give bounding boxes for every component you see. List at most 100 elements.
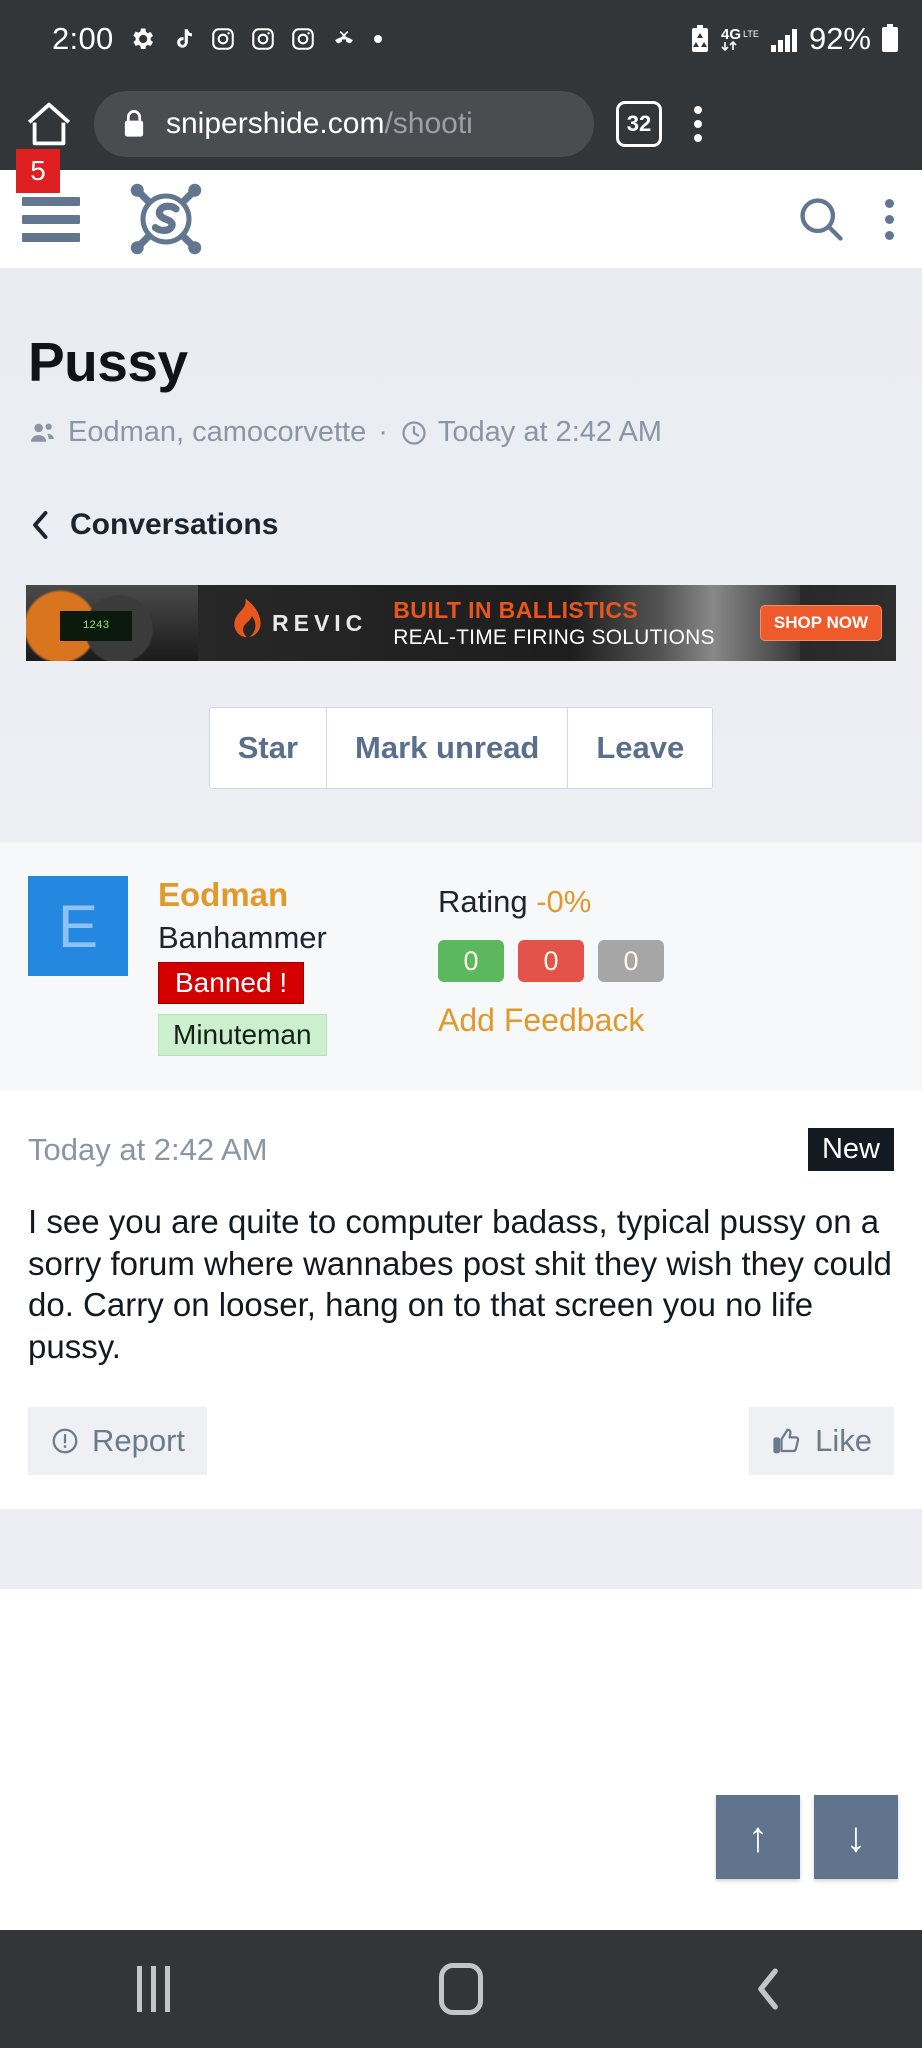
back-chevron-icon	[750, 1964, 786, 2014]
thread-header: Pussy Eodman, camocorvette · Today at 2:…	[0, 268, 922, 449]
ad-brand-name: REVIC	[272, 609, 368, 636]
author-title: Banhammer	[158, 920, 327, 955]
hamburger-menu-icon	[22, 232, 80, 242]
kebab-dot-icon	[694, 120, 702, 128]
neutral-feedback-count[interactable]: 0	[598, 940, 664, 982]
message-body: I see you are quite to computer badass, …	[0, 1171, 922, 1368]
leave-button[interactable]: Leave	[568, 708, 713, 788]
new-badge: New	[807, 1128, 894, 1171]
nav-back-button[interactable]	[698, 1930, 838, 2048]
negative-feedback-count[interactable]: 0	[518, 940, 584, 982]
settings-gear-icon	[128, 25, 156, 53]
search-icon[interactable]	[795, 193, 847, 245]
alerts-count-badge[interactable]: 5	[16, 148, 60, 193]
people-icon	[28, 418, 58, 448]
lock-icon	[120, 108, 148, 140]
feedback-pills: 0 0 0	[438, 940, 664, 982]
meta-separator: ·	[378, 416, 388, 448]
hamburger-menu-icon	[22, 214, 80, 224]
svg-text:LTE: LTE	[743, 29, 759, 39]
site-hamburger-button[interactable]: 5	[16, 148, 80, 242]
clock-icon	[400, 419, 428, 447]
phone-screen: 2:00 4G LTE 92% snipershide.com/shooti 3…	[0, 0, 922, 2048]
report-button[interactable]: Report	[28, 1407, 208, 1476]
ad-lcd-readout: 1243	[60, 611, 132, 641]
status-clock: 2:00	[52, 21, 114, 56]
star-button[interactable]: Star	[209, 708, 328, 788]
scroll-to-bottom-button[interactable]: ↓	[814, 1795, 898, 1879]
ad-shop-now-button[interactable]: SHOP NOW	[759, 605, 882, 641]
ad-banner[interactable]: 1243 REVIC BUILT IN BALLISTICS REAL-TIME…	[26, 585, 896, 661]
breadcrumb-label: Conversations	[70, 508, 279, 541]
browser-menu-button[interactable]	[676, 106, 720, 142]
alert-circle-icon	[50, 1426, 80, 1456]
like-button[interactable]: Like	[749, 1407, 894, 1476]
thread-participants[interactable]: Eodman, camocorvette	[68, 416, 366, 449]
kebab-dot-icon	[885, 230, 894, 240]
positive-feedback-count[interactable]: 0	[438, 940, 504, 982]
4g-data-icon: 4G LTE	[721, 24, 761, 54]
home-square-icon	[438, 1963, 483, 2015]
avatar[interactable]: E	[28, 876, 128, 976]
add-feedback-link[interactable]: Add Feedback	[438, 1002, 664, 1039]
nav-recents-button[interactable]	[84, 1930, 224, 2048]
thread-actions-row: Star Mark unread Leave	[0, 661, 922, 841]
battery-saver-icon	[688, 24, 712, 54]
kebab-dot-icon	[885, 198, 894, 208]
site-header: 5	[0, 148, 922, 268]
author-username[interactable]: Eodman	[158, 876, 408, 914]
thumbs-up-icon	[771, 1426, 803, 1456]
message-header: Today at 2:42 AM New	[0, 1090, 922, 1171]
url-path: /shooti	[384, 107, 473, 140]
hamburger-menu-icon	[22, 196, 80, 206]
page-title: Pussy	[28, 331, 188, 393]
site-logo[interactable]	[120, 173, 212, 265]
instagram-icon	[210, 26, 236, 52]
message-footer: Report Like	[0, 1367, 922, 1510]
kebab-dot-icon	[885, 214, 894, 224]
kebab-dot-icon	[694, 106, 702, 114]
message-timestamp[interactable]: Today at 2:42 AM	[28, 1132, 268, 1168]
scroll-to-top-button[interactable]: ↑	[716, 1795, 800, 1879]
ad-container: 1243 REVIC BUILT IN BALLISTICS REAL-TIME…	[0, 543, 922, 661]
signal-bars-icon	[770, 25, 800, 53]
breadcrumb[interactable]: Conversations	[0, 449, 922, 543]
rank-badge: Minuteman	[158, 1014, 327, 1056]
tab-counter-button[interactable]: 32	[616, 101, 662, 147]
thread-timestamp: Today at 2:42 AM	[437, 416, 662, 448]
thread-actions-group: Star Mark unread Leave	[208, 707, 714, 789]
page-content: Pussy Eodman, camocorvette · Today at 2:…	[0, 268, 922, 1590]
instagram-icon	[250, 26, 276, 52]
android-status-bar: 2:00 4G LTE 92%	[0, 0, 922, 78]
url-text: snipershide.com/shooti	[166, 107, 473, 141]
browser-home-button[interactable]	[18, 97, 80, 151]
recents-icon	[137, 1966, 171, 2012]
mark-unread-button[interactable]: Mark unread	[327, 708, 569, 788]
nav-home-button[interactable]	[391, 1930, 531, 2048]
home-icon	[22, 97, 76, 151]
chevron-left-icon	[28, 507, 54, 543]
url-domain: snipershide.com	[166, 107, 385, 140]
rating-value: -0%	[536, 884, 592, 919]
header-actions	[795, 193, 894, 245]
author-rating-block: Rating -0% 0 0 0 Add Feedback	[438, 876, 664, 1056]
message-author-block: E Eodman Banhammer Banned ! Minuteman Ra…	[0, 841, 922, 1090]
battery-percent: 92%	[808, 21, 871, 56]
battery-icon	[880, 24, 900, 54]
ad-copy: BUILT IN BALLISTICS REAL-TIME FIRING SOL…	[393, 597, 714, 650]
message-card: E Eodman Banhammer Banned ! Minuteman Ra…	[0, 841, 922, 1510]
ad-headline: BUILT IN BALLISTICS	[393, 596, 639, 623]
header-overflow-button[interactable]	[885, 198, 894, 240]
ad-subheadline: REAL-TIME FIRING SOLUTIONS	[393, 625, 715, 649]
scroll-buttons: ↑ ↓	[716, 1795, 898, 1879]
status-right-group: 4G LTE 92%	[688, 21, 900, 57]
snipers-hide-logo-icon	[120, 173, 212, 265]
report-label: Report	[92, 1423, 186, 1459]
browser-url-bar[interactable]: snipershide.com/shooti	[94, 91, 594, 157]
svg-text:4G: 4G	[721, 26, 741, 43]
browser-toolbar: snipershide.com/shooti 32	[0, 78, 922, 170]
flame-icon	[226, 597, 262, 650]
page-bottom-spacer	[0, 1509, 922, 1590]
kebab-dot-icon	[694, 134, 702, 142]
status-left-group: 2:00	[52, 21, 384, 57]
